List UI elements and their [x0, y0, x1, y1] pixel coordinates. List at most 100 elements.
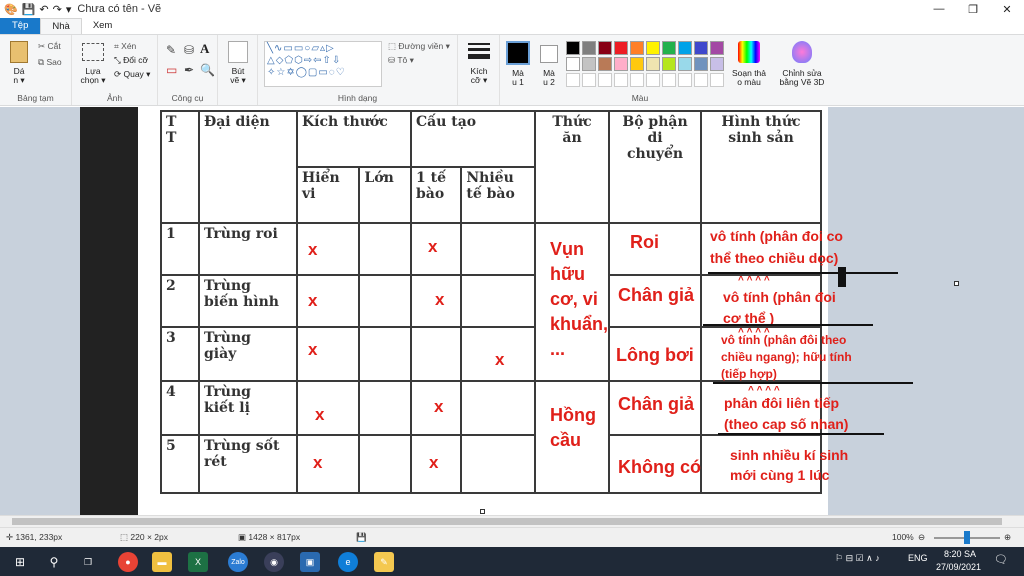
zoom-in-icon[interactable]: ⊕ — [1004, 532, 1011, 543]
table-row: 4 Trùng kiết lị — [160, 380, 822, 494]
zoom-slider-thumb[interactable] — [964, 531, 970, 544]
excel-icon[interactable]: X — [188, 552, 208, 572]
color-swatch[interactable] — [630, 41, 644, 55]
redo-icon[interactable]: ↷ — [53, 3, 62, 16]
undo-icon[interactable]: ↶ — [39, 3, 48, 16]
color-swatch[interactable] — [566, 57, 580, 71]
windows-start-icon[interactable]: ⊞ — [10, 552, 30, 572]
zoom-out-icon[interactable]: ⊖ — [918, 532, 925, 543]
color-swatch[interactable] — [598, 41, 612, 55]
file-explorer-icon[interactable]: ▬ — [152, 552, 172, 572]
outline-button[interactable]: ⬚ Đường viền ▾ — [388, 41, 450, 52]
clock-time[interactable]: 8:20 SA — [944, 549, 976, 559]
task-view-icon[interactable]: ❐ — [78, 552, 98, 572]
canvas-area[interactable]: T T Đại diện Kích thước Cấu tạo Thức ăn … — [0, 107, 1024, 515]
scroll-thumb[interactable] — [12, 518, 1002, 525]
color-swatch[interactable] — [566, 41, 580, 55]
color-swatch[interactable] — [598, 57, 612, 71]
drawn-mark — [838, 267, 846, 287]
resize-handle[interactable] — [480, 509, 485, 514]
color-swatch[interactable] — [710, 57, 724, 71]
size-button[interactable]: Kích cỡ ▾ — [464, 67, 494, 85]
x-mark: x — [308, 340, 318, 359]
clock-date[interactable]: 27/09/2021 — [936, 562, 981, 572]
color-picker-icon[interactable]: ✒ — [184, 63, 194, 77]
brushes-button[interactable]: Bút vẽ ▾ — [224, 67, 252, 85]
color-swatch[interactable] — [614, 57, 628, 71]
tab-view[interactable]: Xem — [82, 18, 124, 34]
tray-icons[interactable]: ⚐ ⊟ ☑ ∧ ♪ — [835, 553, 880, 564]
search-icon[interactable]: ⚲ — [44, 552, 64, 572]
color-swatch[interactable] — [582, 41, 596, 55]
fill-button[interactable]: ⛁ Tô ▾ — [388, 55, 414, 66]
header-representative: Đại diện — [198, 110, 298, 224]
empty-color-swatch[interactable] — [646, 73, 660, 87]
maximize-icon[interactable]: ❐ — [956, 0, 990, 18]
disk-icon: 💾 — [356, 532, 367, 542]
paste-button[interactable]: Dá n ▾ — [6, 67, 32, 85]
pencil-icon[interactable]: ✎ — [166, 43, 176, 57]
empty-color-swatch[interactable] — [662, 73, 676, 87]
color2-button[interactable]: Mà u 2 — [536, 69, 562, 87]
x-mark: x — [495, 350, 505, 369]
close-icon[interactable]: ✕ — [990, 0, 1024, 18]
color-swatch[interactable] — [694, 57, 708, 71]
image-group: Lựa chọn ▾ ⌗ Xén ⤡ Đổi cỡ ⟳ Quay ▾ Ảnh — [72, 35, 158, 105]
header-size: Kích thước — [296, 110, 412, 168]
app-icon[interactable]: ◉ — [264, 552, 284, 572]
minimize-icon[interactable]: — — [922, 0, 956, 18]
color-swatch[interactable] — [630, 57, 644, 71]
zalo-icon[interactable]: Zalo — [228, 552, 248, 572]
color-swatch[interactable] — [646, 57, 660, 71]
paint-taskbar-icon[interactable]: ✎ — [374, 552, 394, 572]
empty-color-swatch[interactable] — [630, 73, 644, 87]
color-swatch[interactable] — [662, 41, 676, 55]
edge-icon[interactable]: e — [338, 552, 358, 572]
color-swatch[interactable] — [694, 41, 708, 55]
empty-color-swatch[interactable] — [710, 73, 724, 87]
color-swatch[interactable] — [582, 57, 596, 71]
empty-color-swatch[interactable] — [566, 73, 580, 87]
header-tt: T T — [160, 110, 200, 224]
paper[interactable]: T T Đại diện Kích thước Cấu tạo Thức ăn … — [138, 107, 913, 515]
color2-swatch[interactable] — [540, 45, 558, 63]
color1-button[interactable]: Mà u 1 — [505, 69, 531, 87]
shapes-gallery[interactable]: ╲∿▭▭○▱▵▷ △◇⬠⬡⇨⇦⇧⇩ ✧☆✡◯▢▭◌♡ — [264, 41, 382, 87]
crop-button[interactable]: ⌗ Xén — [114, 41, 136, 52]
resize-button[interactable]: ⤡ Đổi cỡ — [114, 55, 148, 66]
chrome-icon[interactable]: ● — [118, 552, 138, 572]
text-icon[interactable]: A — [200, 41, 209, 57]
resize-handle[interactable] — [954, 281, 959, 286]
color1-swatch[interactable] — [506, 41, 530, 65]
language-indicator[interactable]: ENG — [908, 553, 928, 563]
tab-home[interactable]: Nhà — [40, 18, 82, 34]
quick-access-dropdown-icon[interactable]: ▾ — [66, 3, 72, 16]
eraser-icon[interactable]: ▭ — [166, 63, 177, 77]
empty-color-swatch[interactable] — [678, 73, 692, 87]
select-button[interactable]: Lựa chọn ▾ — [76, 67, 110, 85]
save-icon[interactable]: 💾 — [22, 3, 36, 16]
fill-icon[interactable]: ⛁ — [184, 43, 194, 57]
empty-color-swatch[interactable] — [614, 73, 628, 87]
empty-color-swatch[interactable] — [582, 73, 596, 87]
color-swatch[interactable] — [710, 41, 724, 55]
paint3d-button[interactable]: Chỉnh sửa bằng Vẽ 3D — [776, 69, 828, 87]
app-icon[interactable]: ▣ — [300, 552, 320, 572]
magnifier-icon[interactable]: 🔍 — [200, 63, 215, 77]
row-number: 2 — [160, 274, 200, 328]
color-swatch[interactable] — [614, 41, 628, 55]
cut-button[interactable]: ✂ Cắt — [38, 41, 61, 52]
rotate-button[interactable]: ⟳ Quay ▾ — [114, 69, 150, 80]
empty-color-swatch[interactable] — [694, 73, 708, 87]
table-row: 5 Trùng sốt rét — [160, 434, 822, 494]
color-swatch[interactable] — [646, 41, 660, 55]
edit-colors-button[interactable]: Soạn thả o màu — [726, 69, 772, 87]
color-swatch[interactable] — [678, 41, 692, 55]
tab-file[interactable]: Tệp — [0, 18, 41, 34]
copy-button[interactable]: ⧉ Sao — [38, 57, 62, 68]
horizontal-scrollbar[interactable] — [0, 515, 1024, 527]
color-swatch[interactable] — [678, 57, 692, 71]
notification-icon[interactable]: 🗨 — [994, 553, 1008, 566]
color-swatch[interactable] — [662, 57, 676, 71]
empty-color-swatch[interactable] — [598, 73, 612, 87]
